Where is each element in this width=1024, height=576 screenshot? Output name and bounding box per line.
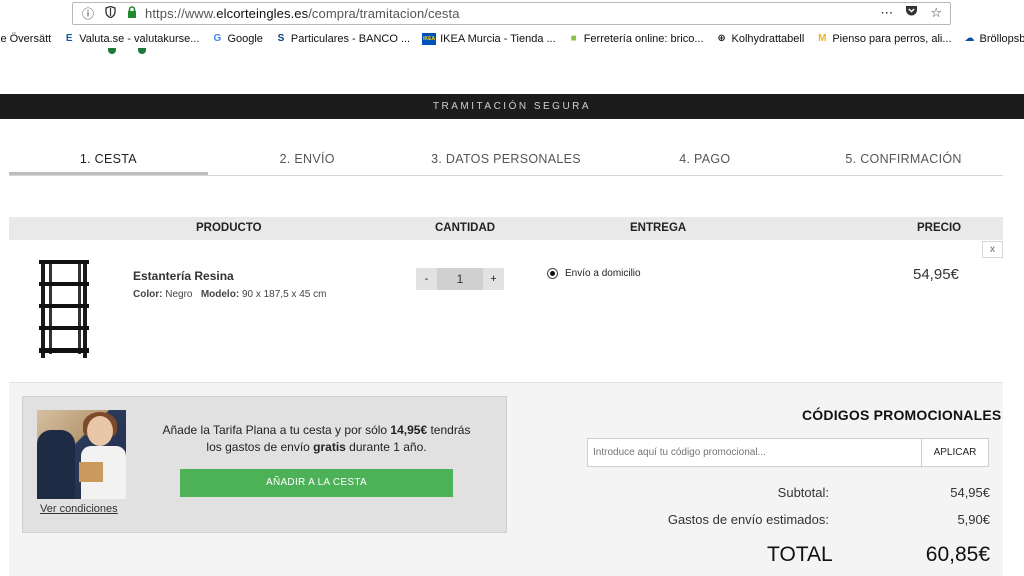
- bookmark-label: Bröllopsbilder – OneD...: [979, 33, 1024, 45]
- bookmark-favicon-icon: G: [213, 33, 222, 44]
- product-attributes: Color: Negro Modelo: 90 x 187,5 x 45 cm: [133, 289, 327, 300]
- bookmark-favicon-icon: ☁: [964, 33, 975, 44]
- url-text[interactable]: https://www.elcorteingles.es/compra/tram…: [145, 6, 460, 21]
- header-delivery: ENTREGA: [630, 222, 687, 234]
- promo-codes-title: CÓDIGOS PROMOCIONALES: [802, 407, 1002, 423]
- lock-icon[interactable]: [125, 6, 139, 21]
- product-name[interactable]: Estantería Resina: [133, 269, 234, 283]
- bookmark-item[interactable]: ■ Ferretería online: brico...: [568, 33, 704, 45]
- total-label: TOTAL: [767, 543, 833, 566]
- bookmark-label: Particulares - BANCO ...: [290, 33, 411, 45]
- bookmark-favicon-icon: M: [818, 33, 827, 44]
- bookmark-item[interactable]: ⊕ Kolhydrattabell: [716, 33, 805, 45]
- bookmark-favicon-icon: S: [277, 33, 285, 44]
- step-pago[interactable]: 4. PAGO: [605, 148, 804, 175]
- increase-quantity-button[interactable]: +: [483, 268, 504, 290]
- secure-checkout-banner: TRAMITACIÓN SEGURA: [0, 94, 1024, 119]
- bookmark-favicon-icon: E: [65, 33, 73, 44]
- quantity-input[interactable]: 1: [437, 268, 483, 290]
- step-cesta[interactable]: 1. CESTA: [9, 148, 208, 175]
- bookmark-item[interactable]: M Pienso para perros, ali...: [816, 33, 951, 45]
- decrease-quantity-button[interactable]: -: [416, 268, 437, 290]
- step-datos-personales[interactable]: 3. DATOS PERSONALES: [407, 148, 606, 175]
- shield-icon[interactable]: [103, 5, 117, 21]
- bookmark-label: le Översätt: [0, 33, 52, 45]
- bookmarks-bar: le Översätt E Valuta.se - valutakurse... G G…: [0, 28, 1024, 50]
- bookmark-item[interactable]: S Particulares - BANCO ...: [275, 33, 411, 45]
- bookmark-item[interactable]: le Översätt: [0, 33, 51, 45]
- info-icon[interactable]: ⓘ: [81, 5, 95, 22]
- subtotal-label: Subtotal:: [777, 485, 829, 500]
- step-confirmacion[interactable]: 5. CONFIRMACIÓN: [804, 148, 1003, 175]
- apply-promo-button[interactable]: APLICAR: [921, 438, 989, 467]
- subtotal-value: 54,95€: [950, 485, 990, 500]
- step-envio[interactable]: 2. ENVÍO: [208, 148, 407, 175]
- header-quantity: CANTIDAD: [435, 222, 496, 234]
- promo-code-input[interactable]: [587, 438, 922, 467]
- bookmark-label: Pienso para perros, ali...: [832, 33, 952, 45]
- delivery-option-label[interactable]: Envío a domicilio: [565, 268, 641, 279]
- bookmark-favicon-icon: ⊕: [717, 33, 726, 44]
- url-bar[interactable]: ⓘ https://www.elcorteingles.es/compra/tr…: [72, 2, 951, 25]
- header-price: PRECIO: [917, 222, 962, 234]
- delivery-option: Envío a domicilio: [547, 268, 641, 279]
- add-tarifa-button[interactable]: AÑADIR A LA CESTA: [180, 469, 453, 497]
- bookmark-label: Ferretería online: brico...: [583, 33, 704, 45]
- bookmark-label: IKEA Murcia - Tienda ...: [440, 33, 556, 45]
- remove-item-button[interactable]: x: [982, 241, 1003, 258]
- pocket-icon[interactable]: [905, 5, 918, 21]
- delivery-radio[interactable]: [547, 268, 558, 279]
- bookmark-label: Kolhydrattabell: [731, 33, 805, 45]
- tarifa-plana-text: Añade la Tarifa Plana a tu cesta y por s…: [162, 423, 471, 454]
- shipping-label: Gastos de envío estimados:: [667, 512, 829, 527]
- bookmark-item[interactable]: E Valuta.se - valutakurse...: [63, 33, 200, 45]
- cart-table-header: PRODUCTO CANTIDAD ENTREGA PRECIO: [9, 217, 1003, 240]
- checkout-steps: 1. CESTA 2. ENVÍO 3. DATOS PERSONALES 4.…: [9, 148, 1003, 176]
- shipping-value: 5,90€: [957, 512, 990, 527]
- bookmark-favicon-icon: ■: [570, 33, 577, 44]
- quantity-stepper: - 1 +: [416, 268, 504, 290]
- conditions-link[interactable]: Ver condiciones: [40, 503, 118, 515]
- bookmark-label: Google: [227, 33, 263, 45]
- product-image[interactable]: [36, 258, 92, 360]
- total-value: 60,85€: [925, 543, 990, 566]
- bookmark-item[interactable]: ☁ Bröllopsbilder – OneD...: [964, 33, 1024, 45]
- bookmark-item[interactable]: G Google: [211, 33, 263, 45]
- bookmark-item[interactable]: IKEA IKEA Murcia - Tienda ...: [422, 33, 556, 45]
- store-logo-partial: [106, 48, 150, 56]
- bookmark-star-icon[interactable]: ☆: [930, 5, 942, 21]
- bookmark-favicon-icon: IKEA: [422, 33, 437, 45]
- more-actions-icon[interactable]: ⋯: [880, 5, 893, 21]
- header-product: PRODUCTO: [196, 222, 262, 234]
- browser-toolbar: ⓘ https://www.elcorteingles.es/compra/tr…: [0, 0, 1024, 27]
- tarifa-plana-image: [37, 410, 126, 499]
- bookmark-label: Valuta.se - valutakurse...: [79, 33, 200, 45]
- item-price: 54,95€: [913, 266, 959, 283]
